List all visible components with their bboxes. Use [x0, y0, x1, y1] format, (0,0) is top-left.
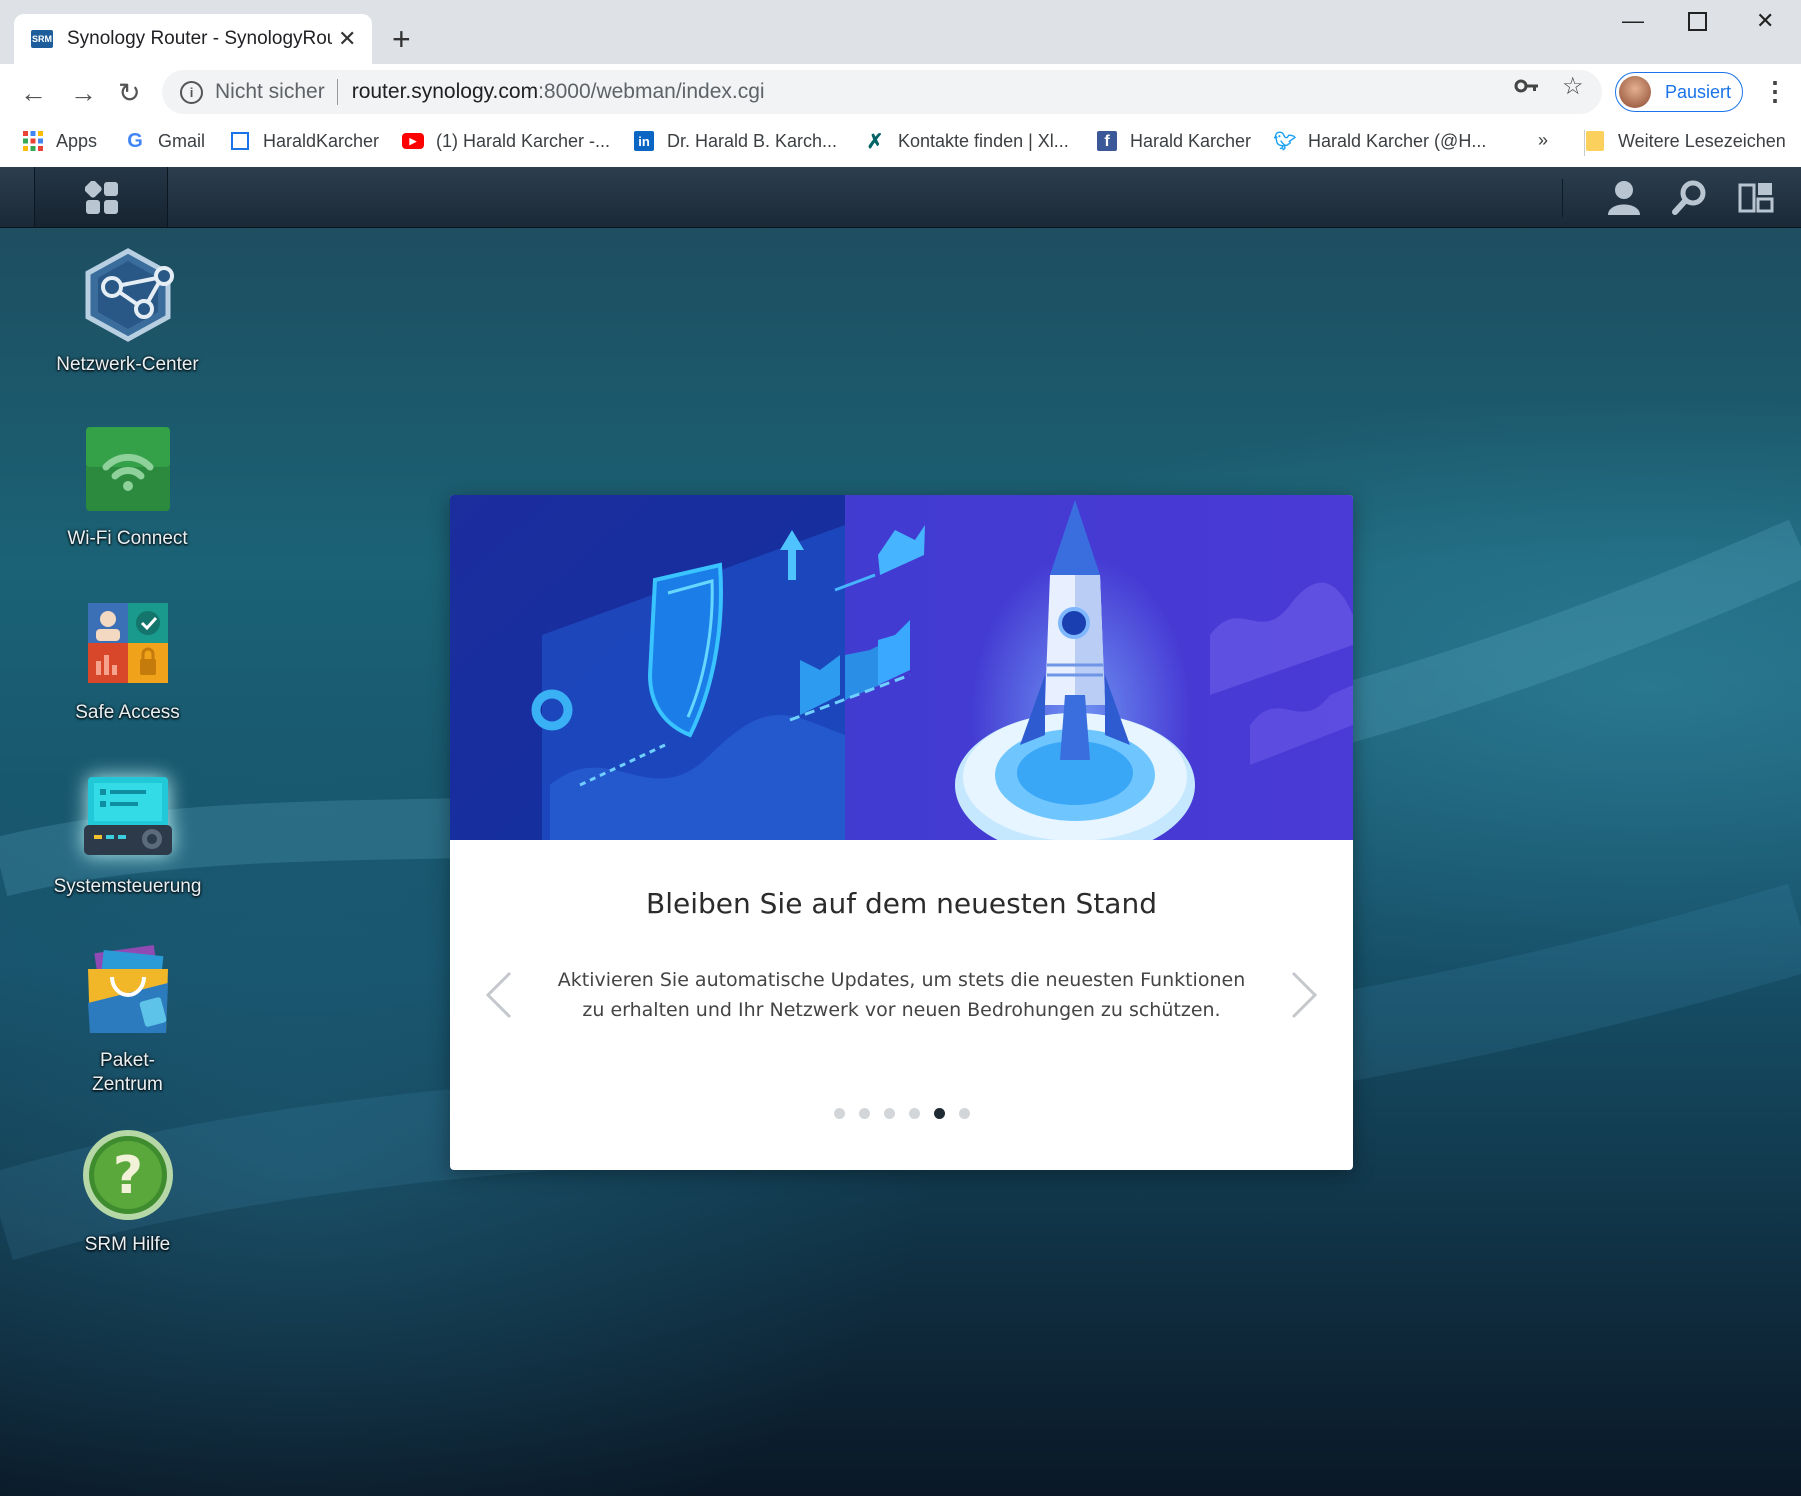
control-panel-icon [80, 769, 176, 865]
carousel-dot[interactable] [958, 1108, 970, 1119]
synology-favicon-icon: SRM [31, 30, 53, 48]
desktop-icon-label: SRM Hilfe [84, 1234, 171, 1255]
carousel-dot[interactable] [833, 1108, 845, 1119]
key-icon[interactable] [1514, 74, 1540, 105]
user-icon[interactable] [1606, 179, 1642, 215]
help-icon: ? [80, 1127, 176, 1223]
bookmark-twitter[interactable]: 🐦︎ Harald Karcher (@H... [1273, 130, 1487, 152]
bookmark-label: Dr. Harald B. Karch... [667, 130, 838, 151]
info-icon[interactable]: i [180, 80, 203, 104]
xing-icon: ✗ [866, 130, 884, 153]
url-host: router.synology.com [351, 80, 539, 103]
bookmark-label: HaraldKarcher [263, 130, 380, 151]
desktop-icon-label: Netzwerk-Center [56, 354, 199, 375]
other-bookmarks[interactable]: Weitere Lesezeichen [1584, 130, 1786, 152]
linkedin-icon: in [633, 130, 655, 152]
desktop-icon-label-line2: Zentrum [92, 1074, 163, 1095]
desktop-icon-wifi-connect[interactable]: Wi-Fi Connect [40, 421, 215, 551]
carousel-heading: Bleiben Sie auf dem neuesten Stand [646, 887, 1157, 920]
desktop-icon-label: Systemsteuerung [53, 876, 202, 897]
bookmark-apps[interactable]: Apps [22, 130, 97, 152]
desktop-icon-netzwerk-center[interactable]: Netzwerk-Center [40, 247, 215, 377]
carousel-dot[interactable] [858, 1108, 870, 1119]
carousel-pagination [450, 1108, 1353, 1119]
network-center-icon [80, 247, 176, 343]
not-secure-label: Nicht sicher [215, 80, 325, 103]
more-bookmarks-button[interactable]: » [1538, 130, 1548, 151]
main-menu-button[interactable] [34, 167, 168, 227]
browser-tab[interactable]: SRM Synology Router - SynologyRouter ✕ [14, 14, 372, 64]
page-icon [229, 130, 251, 152]
avatar [1619, 76, 1651, 108]
minimize-icon[interactable]: — [1622, 8, 1644, 34]
taskbar-separator [1562, 179, 1563, 217]
desktop-icon-label: Safe Access [75, 702, 180, 723]
desktop-icon-label-line1: Paket- [100, 1050, 155, 1071]
maximize-icon[interactable] [1688, 12, 1707, 31]
taskbar [0, 167, 1801, 228]
carousel-dot[interactable] [933, 1108, 945, 1119]
desktop-icon-label: Paket- Zentrum [40, 1049, 215, 1097]
address-separator [336, 79, 338, 105]
search-icon[interactable] [1672, 179, 1708, 215]
package-center-icon [80, 943, 176, 1039]
hero-illustration [450, 495, 1353, 857]
browser-chrome: SRM Synology Router - SynologyRouter ✕ +… [0, 0, 1801, 168]
profile-button[interactable]: Pausiert [1615, 72, 1743, 112]
desktop-icon-systemsteuerung[interactable]: Systemsteuerung [40, 769, 215, 899]
bookmark-star-icon[interactable]: ☆ [1562, 72, 1584, 101]
url-text[interactable]: router.synology.com:8000/webman/index.cg… [352, 80, 765, 104]
bookmark-label: Kontakte finden | Xl... [898, 130, 1069, 151]
tab-title: Synology Router - SynologyRouter [67, 28, 332, 49]
back-icon[interactable]: ← [20, 78, 47, 109]
carousel-dot[interactable] [883, 1108, 895, 1119]
bookmark-label: Gmail [158, 130, 206, 151]
desktop-icon-safe-access[interactable]: Safe Access [40, 595, 215, 725]
next-slide-icon[interactable] [1283, 965, 1323, 1025]
bookmark-label: Weitere Lesezeichen [1618, 130, 1786, 151]
previous-slide-icon[interactable] [480, 965, 520, 1025]
close-window-icon[interactable]: ✕ [1756, 8, 1774, 34]
bookmark-xing[interactable]: ✗ Kontakte finden | Xl... [864, 130, 1069, 153]
bookmark-facebook[interactable]: f Harald Karcher [1096, 130, 1251, 152]
bookmark-haraldkarcher[interactable]: HaraldKarcher [229, 130, 379, 152]
apps-grid-icon [22, 130, 44, 152]
main-menu-icon [85, 181, 118, 214]
forward-icon[interactable]: → [70, 78, 97, 109]
bookmark-label: Apps [56, 130, 98, 151]
bookmark-gmail[interactable]: G Gmail [124, 130, 205, 152]
widgets-icon[interactable] [1738, 179, 1774, 215]
url-path: :8000/webman/index.cgi [538, 80, 765, 103]
desktop-icon-label: Wi-Fi Connect [67, 528, 188, 549]
new-tab-button[interactable]: + [392, 20, 411, 58]
carousel-description: Aktivieren Sie automatische Updates, um … [557, 969, 1246, 1021]
youtube-icon: ▶ [402, 130, 424, 152]
carousel-dot[interactable] [908, 1108, 920, 1119]
close-tab-icon[interactable]: ✕ [338, 26, 356, 52]
reload-icon[interactable]: ↻ [118, 78, 141, 109]
bookmark-label: Harald Karcher [1130, 130, 1252, 151]
facebook-icon: f [1096, 130, 1118, 152]
bookmark-linkedin[interactable]: in Dr. Harald B. Karch... [633, 130, 837, 152]
bookmarks-bar: Apps G Gmail HaraldKarcher ▶ (1) Harald … [0, 120, 1801, 166]
profile-status: Pausiert [1665, 81, 1732, 102]
safe-access-icon [80, 595, 176, 691]
bookmark-label: Harald Karcher (@H... [1308, 130, 1487, 151]
twitter-icon: 🐦︎ [1273, 130, 1297, 151]
google-icon: G [127, 129, 143, 152]
folder-icon [1584, 130, 1606, 152]
bookmark-label: (1) Harald Karcher -... [436, 130, 611, 151]
browser-menu-icon[interactable]: ⋮ [1762, 76, 1788, 107]
desktop-icon-srm-hilfe[interactable]: ? SRM Hilfe [40, 1127, 215, 1257]
bookmark-youtube[interactable]: ▶ (1) Harald Karcher -... [402, 130, 610, 152]
address-bar[interactable]: i Nicht sicher router.synology.com:8000/… [162, 70, 1602, 114]
welcome-carousel: Bleiben Sie auf dem neuesten Stand Aktiv… [450, 495, 1353, 1170]
srm-desktop: Netzwerk-Center Wi-Fi Connect Safe Acces… [0, 167, 1801, 1496]
tab-strip: SRM Synology Router - SynologyRouter ✕ +… [0, 0, 1801, 64]
svg-text:?: ? [112, 1146, 142, 1206]
wifi-icon [80, 421, 176, 517]
browser-toolbar: ← → ↻ i Nicht sicher router.synology.com… [0, 64, 1801, 120]
desktop-icon-paket-zentrum[interactable]: Paket- Zentrum [40, 943, 215, 1097]
